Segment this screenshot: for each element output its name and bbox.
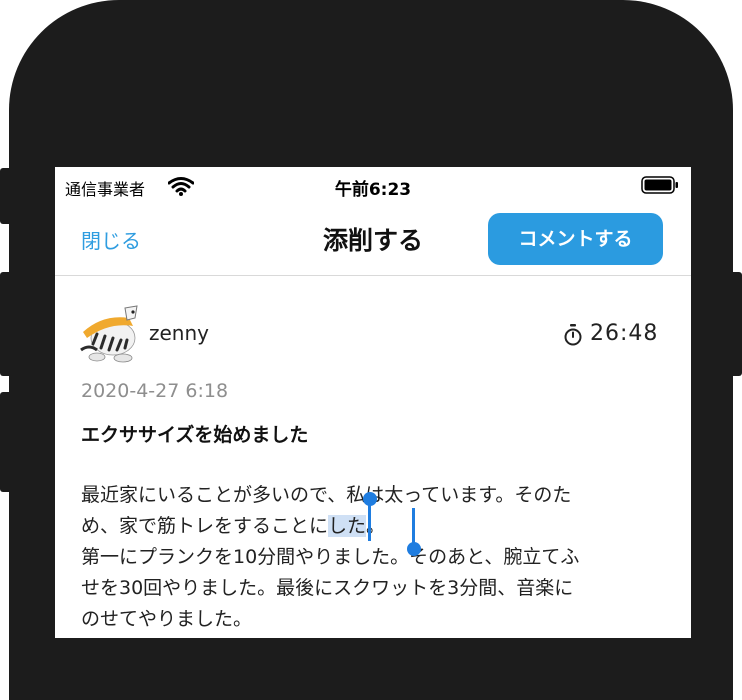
volume-down-button: [0, 392, 12, 492]
timer-value: 26:48: [590, 321, 659, 346]
body-line-4: せを30回やりました。最後にスクワットを3分間、音楽に: [81, 577, 574, 599]
comment-button[interactable]: コメントする: [488, 213, 663, 265]
username[interactable]: zenny: [149, 321, 209, 345]
body-line-2: め、家で筋トレをすることにした。: [81, 511, 579, 542]
status-time: 午前6:23: [334, 180, 412, 200]
body-line-3: 第一にプランクを10分間やりました。そのあと、腕立てふ: [81, 546, 580, 568]
post-body[interactable]: 最近家にいることが多いので、私は太っています。そのた め、家で筋トレをすることに…: [81, 480, 579, 635]
power-button: [730, 272, 742, 376]
app-screen: 通信事業者 午前6:23 閉じる 添削する コメントする zenny 26:48…: [55, 167, 691, 638]
close-button[interactable]: 閉じる: [81, 225, 141, 254]
selection-end-caret: [412, 508, 415, 544]
body-line-5: のせてやりました。: [81, 608, 253, 630]
mute-switch: [0, 168, 12, 224]
post-date: 2020-4-27 6:18: [81, 380, 229, 402]
selection-end-handle[interactable]: [407, 542, 421, 556]
body-line-1: 最近家にいることが多いので、私は太っています。そのた: [81, 484, 572, 506]
stopwatch-icon: [564, 324, 582, 346]
body-line-2-text: め、家で筋トレをすることに: [81, 515, 329, 537]
post-content: zenny 26:48 2020-4-27 6:18 エクササイズを始めました …: [55, 275, 691, 638]
status-bar: 通信事業者 午前6:23: [55, 167, 691, 203]
selection-start-caret: [368, 503, 371, 541]
navigation-bar: 閉じる 添削する コメントする: [55, 203, 691, 276]
post-title: エクササイズを始めました: [81, 424, 309, 446]
selected-text[interactable]: した: [328, 515, 367, 537]
volume-up-button: [0, 272, 12, 376]
battery-icon: [641, 176, 678, 194]
tiger-avatar[interactable]: [79, 302, 141, 364]
